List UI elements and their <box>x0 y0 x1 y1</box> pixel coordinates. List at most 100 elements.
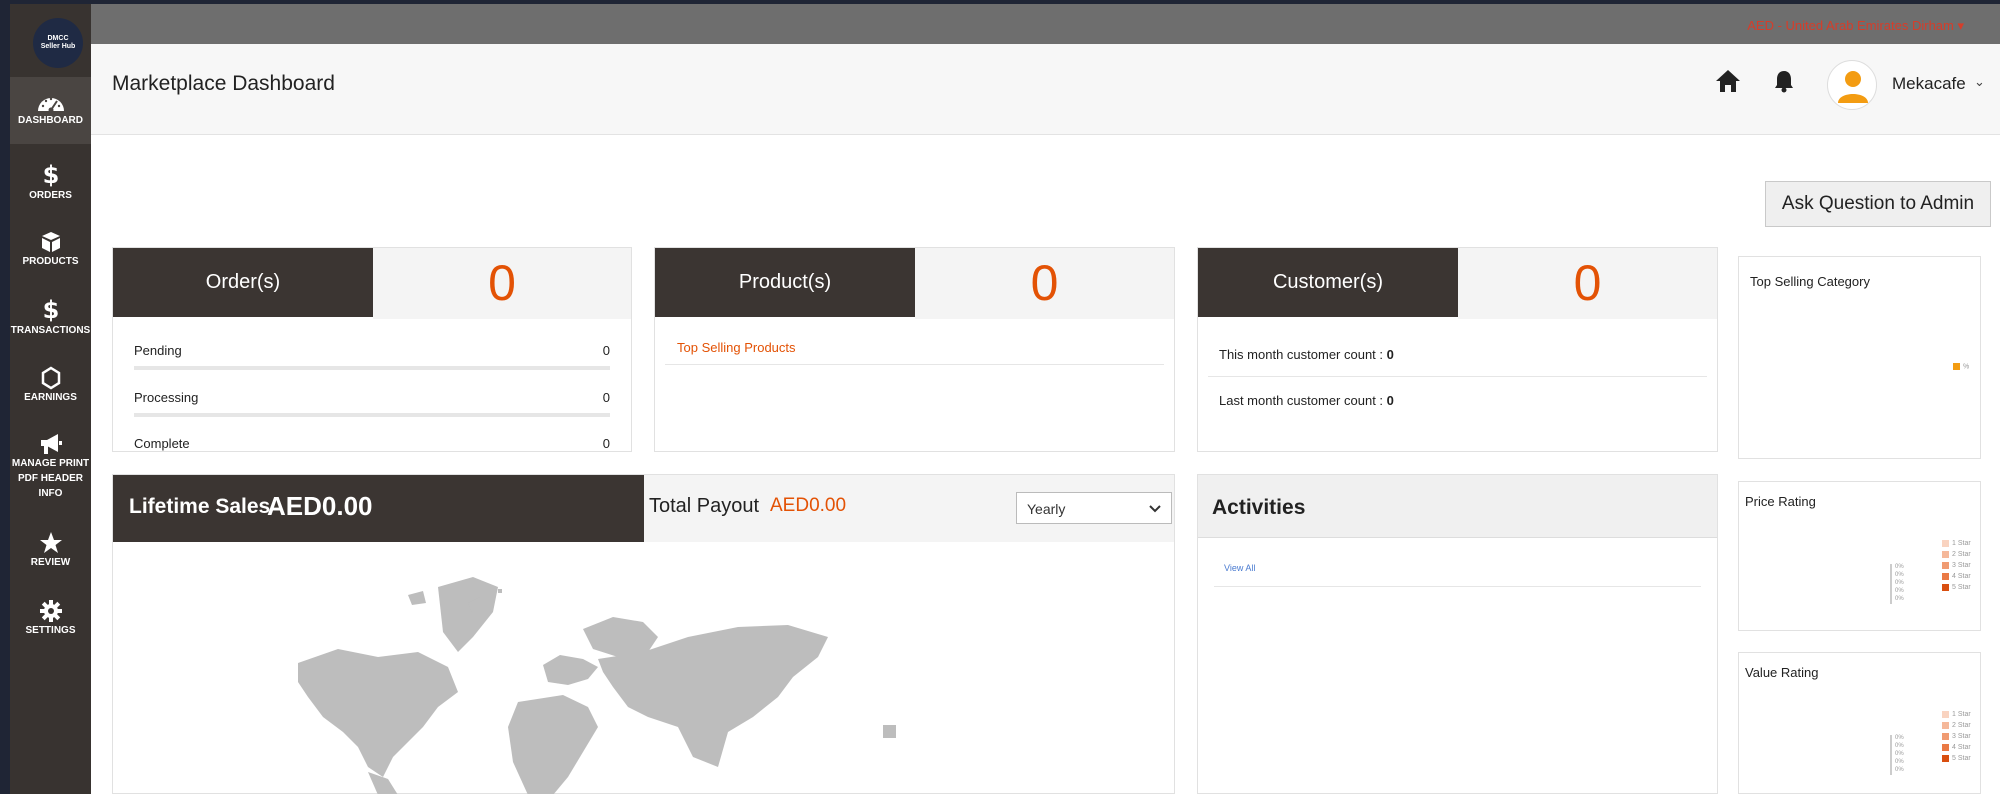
period-select[interactable]: Yearly <box>1016 492 1172 524</box>
bar-label: 0% <box>1895 743 1904 749</box>
bar-label: 0% <box>1895 767 1904 773</box>
sidebar-item-label: PRODUCTS <box>22 256 79 267</box>
page-header: Marketplace Dashboard Mekacafe ⌄ <box>91 44 2000 135</box>
value-rating-bars: 0% 0% 0% 0% 0% <box>1890 735 1904 775</box>
products-card: Product(s) 0 Top Selling Products <box>654 247 1175 452</box>
home-icon[interactable] <box>1715 68 1741 94</box>
sidebar-item-review[interactable]: REVIEW <box>10 531 91 570</box>
activities-header: Activities <box>1198 475 1717 538</box>
value-rating-legend: 1 Star 2 Star 3 Star 4 Star 5 Star <box>1942 709 1971 764</box>
legend-swatch <box>1942 721 1949 729</box>
legend-entry: 4 Star <box>1942 571 1971 582</box>
bar-label: 0% <box>1895 572 1904 578</box>
order-status-value: 0 <box>602 436 610 451</box>
logo-line2: Seller Hub <box>40 43 76 50</box>
sidebar-item-manage-print-pdf-header[interactable]: MANAGE PRINT PDF HEADER INFO <box>10 432 91 501</box>
sidebar-item-orders[interactable]: $ ORDERS <box>10 162 91 203</box>
world-map <box>298 577 828 794</box>
legend-label: 5 Star <box>1952 584 1971 591</box>
svg-text:$: $ <box>43 162 59 188</box>
legend-entry: 2 Star <box>1942 720 1971 731</box>
bar-label: 0% <box>1895 588 1904 594</box>
sidebar-item-products[interactable]: PRODUCTS <box>10 230 91 269</box>
legend-label: 5 Star <box>1952 755 1971 762</box>
orders-card: Order(s) 0 Pending 0 Processing 0 Comple… <box>112 247 632 452</box>
lifetime-sales-value: AED0.00 <box>267 491 373 521</box>
legend-label: 1 Star <box>1952 540 1971 547</box>
legend-swatch <box>1942 561 1949 569</box>
legend-entry: 5 Star <box>1942 753 1971 764</box>
username[interactable]: Mekacafe <box>1892 74 1966 94</box>
price-rating-bars: 0% 0% 0% 0% 0% <box>1890 564 1904 604</box>
this-month-customer-count: This month customer count : 0 <box>1219 347 1394 362</box>
sidebar-item-settings[interactable]: SETTINGS <box>10 599 91 638</box>
user-icon <box>1838 71 1868 103</box>
sidebar: DMCC Seller Hub DASHBOARD $ ORDERS PRODU… <box>10 4 91 794</box>
top-selling-products-link[interactable]: Top Selling Products <box>677 340 796 355</box>
value-rating-card: Value Rating 0% 0% 0% 0% 0% 1 Star 2 Star… <box>1738 652 1981 794</box>
progress-bar <box>134 413 610 417</box>
bell-icon[interactable] <box>1773 69 1795 93</box>
chevron-down-icon[interactable]: ⌄ <box>1974 74 1985 90</box>
sidebar-item-label: ORDERS <box>29 190 72 201</box>
category-legend-label: % <box>1963 363 1970 371</box>
orders-title: Order(s) <box>113 248 373 317</box>
order-status-label: Processing <box>134 390 199 405</box>
total-payout-label: Total Payout <box>649 495 760 517</box>
legend-entry: 3 Star <box>1942 560 1971 571</box>
activities-title: Activities <box>1212 496 1306 519</box>
progress-bar <box>134 366 610 370</box>
this-month-label: This month customer count : <box>1219 347 1387 362</box>
legend-entry: 5 Star <box>1942 582 1971 593</box>
legend-swatch <box>1942 754 1949 762</box>
sidebar-item-earnings[interactable]: EARNINGS <box>10 366 91 405</box>
legend-entry: 2 Star <box>1942 549 1971 560</box>
bar-label: 0% <box>1895 596 1904 602</box>
legend-swatch <box>1942 550 1949 558</box>
bar-label: 0% <box>1895 759 1904 765</box>
order-status-row: Complete 0 <box>134 436 610 451</box>
customers-card: Customer(s) 0 This month customer count … <box>1197 247 1718 452</box>
sidebar-item-label: EARNINGS <box>24 392 77 403</box>
legend-label: 3 Star <box>1952 733 1971 740</box>
value-rating-title: Value Rating <box>1745 665 1819 680</box>
sidebar-item-label: MANAGE PRINT <box>11 458 90 469</box>
order-status-row: Pending 0 <box>134 343 610 370</box>
svg-text:$: $ <box>43 297 59 323</box>
view-all-link[interactable]: View All <box>1224 563 1255 573</box>
speedometer-icon <box>37 97 64 113</box>
divider <box>1214 586 1701 587</box>
order-status-label: Complete <box>134 436 190 451</box>
legend-entry: 1 Star <box>1942 538 1971 549</box>
order-status-label: Pending <box>134 343 182 358</box>
legend-label: 2 Star <box>1952 722 1971 729</box>
page-title: Marketplace Dashboard <box>112 72 335 95</box>
this-month-value: 0 <box>1386 347 1394 362</box>
user-avatar[interactable] <box>1827 60 1877 110</box>
dollar-icon: $ <box>43 297 59 323</box>
bar-label: 0% <box>1895 580 1904 586</box>
ask-question-button[interactable]: Ask Question to Admin <box>1765 181 1991 227</box>
lifetime-sales-header: Lifetime Sales AED0.00 <box>113 475 644 542</box>
total-payout-value: AED0.00 <box>770 495 847 516</box>
legend-swatch <box>1942 572 1949 580</box>
legend-label: 2 Star <box>1952 551 1971 558</box>
divider <box>665 364 1164 365</box>
legend-label: 4 Star <box>1952 744 1971 751</box>
customers-title: Customer(s) <box>1198 248 1458 317</box>
logo-line1: DMCC <box>47 35 69 42</box>
bar-label: 0% <box>1895 564 1904 570</box>
brand-logo[interactable]: DMCC Seller Hub <box>33 18 83 68</box>
sidebar-item-transactions[interactable]: $ TRANSACTIONS <box>10 297 91 338</box>
customers-count: 0 <box>1458 248 1717 319</box>
sidebar-item-dashboard[interactable]: DASHBOARD <box>10 77 91 144</box>
products-count: 0 <box>915 248 1174 319</box>
chevron-down-icon <box>1149 505 1161 513</box>
sidebar-item-label: DASHBOARD <box>18 115 83 126</box>
legend-entry: 3 Star <box>1942 731 1971 742</box>
legend-label: 4 Star <box>1952 573 1971 580</box>
legend-swatch <box>1942 732 1949 740</box>
legend-swatch <box>1942 710 1949 718</box>
price-rating-title: Price Rating <box>1745 494 1816 509</box>
currency-switcher[interactable]: AED - United Arab Emirates Dirham ▾ <box>1747 18 1964 34</box>
